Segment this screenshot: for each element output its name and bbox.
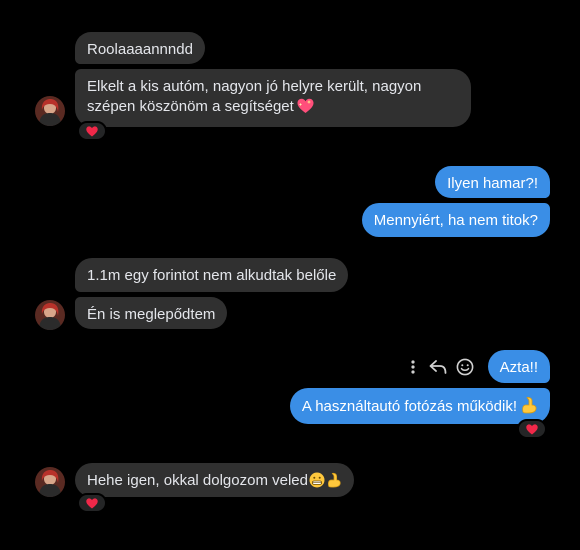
message-1-1m[interactable]: 1.1m egy forintot nem alkudtak belőle — [75, 258, 349, 292]
message-elkelt-a-kis-autom[interactable]: Elkelt a kis autóm, nagyon jó helyre ker… — [75, 69, 471, 127]
message-hasznaltauto-fotozas[interactable]: A használtautó fotózás működik! — [289, 388, 550, 424]
message-hehe-igen[interactable]: Hehe igen, okkal dolgozom veled — [75, 463, 354, 497]
flexed-biceps-icon — [326, 472, 342, 494]
message-en-is-meglepodtem[interactable]: Én is meglepődtem — [75, 297, 228, 329]
message-line-1: Elkelt a kis autóm, nagyon jó helyre ker… — [87, 78, 422, 95]
react-smiley-icon[interactable] — [454, 356, 476, 378]
heart-reaction[interactable] — [517, 419, 547, 439]
sparkling-heart-icon — [297, 98, 314, 120]
flexed-biceps-icon — [520, 396, 538, 420]
contact-avatar[interactable] — [35, 300, 65, 330]
message-azta[interactable]: Azta!! — [487, 350, 550, 383]
heart-reaction[interactable] — [77, 493, 107, 513]
heart-icon — [86, 497, 98, 508]
message-line-2: szépen köszönöm a segítséget — [87, 97, 459, 120]
reply-icon[interactable] — [427, 356, 449, 378]
heart-icon — [86, 125, 98, 136]
more-options-icon[interactable] — [402, 356, 424, 378]
grimacing-face-icon — [309, 472, 325, 494]
heart-icon — [526, 423, 538, 434]
contact-avatar[interactable] — [35, 96, 65, 126]
contact-avatar[interactable] — [35, 467, 65, 497]
heart-reaction[interactable] — [77, 121, 107, 141]
message-mennyiert[interactable]: Mennyiért, ha nem titok? — [361, 203, 550, 237]
message-ilyen-hamar[interactable]: Ilyen hamar?! — [435, 166, 550, 198]
message-roolaaaannndd[interactable]: Roolaaaannndd — [75, 32, 205, 64]
